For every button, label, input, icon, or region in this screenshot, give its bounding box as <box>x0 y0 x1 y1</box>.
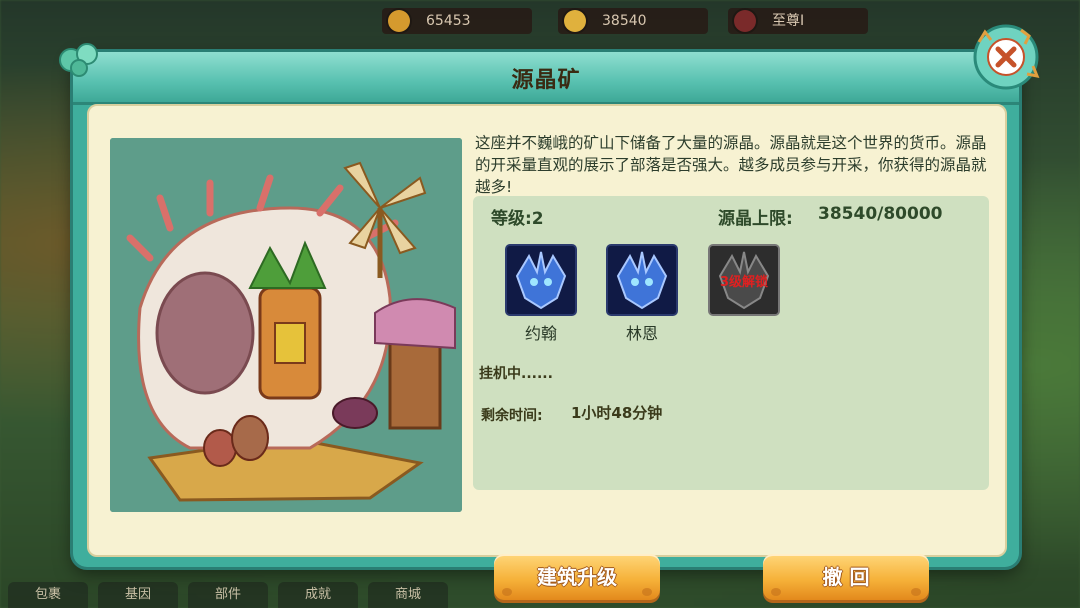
crystal-value: 38540 <box>602 13 647 29</box>
capacity-label: 源晶上限: <box>718 209 793 229</box>
tab-parts[interactable]: 部件 <box>188 582 268 608</box>
crystal-icon <box>564 10 586 32</box>
capacity-value: 38540/80000 <box>818 204 943 224</box>
remaining-time-label: 剩余时间: <box>481 408 543 424</box>
close-icon <box>973 24 1040 90</box>
building-level: 等级:2 <box>491 209 544 229</box>
withdraw-button-label: 撤 回 <box>822 565 870 589</box>
dragon-avatar-icon <box>507 246 575 314</box>
wood-icon <box>388 10 410 32</box>
upgrade-building-button[interactable]: 建筑升级 <box>494 554 660 600</box>
dragon-avatar-icon <box>608 246 676 314</box>
mine-info-panel: 等级:2 源晶上限: 38540/80000 约翰 林恩 3级解锁 挂机中...… <box>473 196 989 490</box>
paw-icon <box>771 588 781 596</box>
wood-counter: 65453 <box>382 8 532 34</box>
close-button[interactable] <box>971 22 1041 92</box>
paw-icon <box>911 588 921 596</box>
crystal-counter: 38540 <box>558 8 708 34</box>
withdraw-button[interactable]: 撤 回 <box>763 554 929 600</box>
idle-status: 挂机中...... <box>479 366 553 382</box>
tab-bag[interactable]: 包裹 <box>8 582 88 608</box>
leaf-decoration-icon <box>59 43 98 77</box>
upgrade-button-label: 建筑升级 <box>537 565 617 589</box>
paw-icon <box>502 588 512 596</box>
dialog-titlebar: 源晶矿 <box>73 52 1019 105</box>
wood-value: 65453 <box>426 13 471 29</box>
dialog-content-panel: 这座并不巍峨的矿山下储备了大量的源晶。源晶就是这个世界的货币。源晶的开采量直观的… <box>87 104 1007 600</box>
tab-achievement[interactable]: 成就 <box>278 582 358 608</box>
tab-gene[interactable]: 基因 <box>98 582 178 608</box>
worker-slot-1[interactable] <box>507 246 575 314</box>
mine-building-illustration <box>110 138 462 512</box>
locked-worker-slot[interactable]: 3级解锁 <box>710 246 778 314</box>
unlock-level-text: 3级解锁 <box>720 274 768 290</box>
rank-counter: 至尊I <box>728 8 868 34</box>
mine-dialog: 源晶矿 这座并不巍峨的矿山下储备了大量的源晶。源晶就是这个世界的货币。源晶的开采… <box>59 24 1040 600</box>
dialog-title: 源晶矿 <box>511 68 581 93</box>
paw-icon <box>642 588 652 596</box>
building-description: 这座并不巍峨的矿山下储备了大量的源晶。源晶就是这个世界的货币。源晶的开采量直观的… <box>475 134 987 196</box>
worker-slot-2[interactable] <box>608 246 676 314</box>
worker-name-1: 约翰 <box>524 324 557 343</box>
rank-icon <box>734 10 756 32</box>
remaining-time-value: 1小时48分钟 <box>571 404 663 422</box>
tab-shop[interactable]: 商城 <box>368 582 448 608</box>
worker-name-2: 林恩 <box>625 324 658 343</box>
rank-value: 至尊I <box>772 13 805 29</box>
